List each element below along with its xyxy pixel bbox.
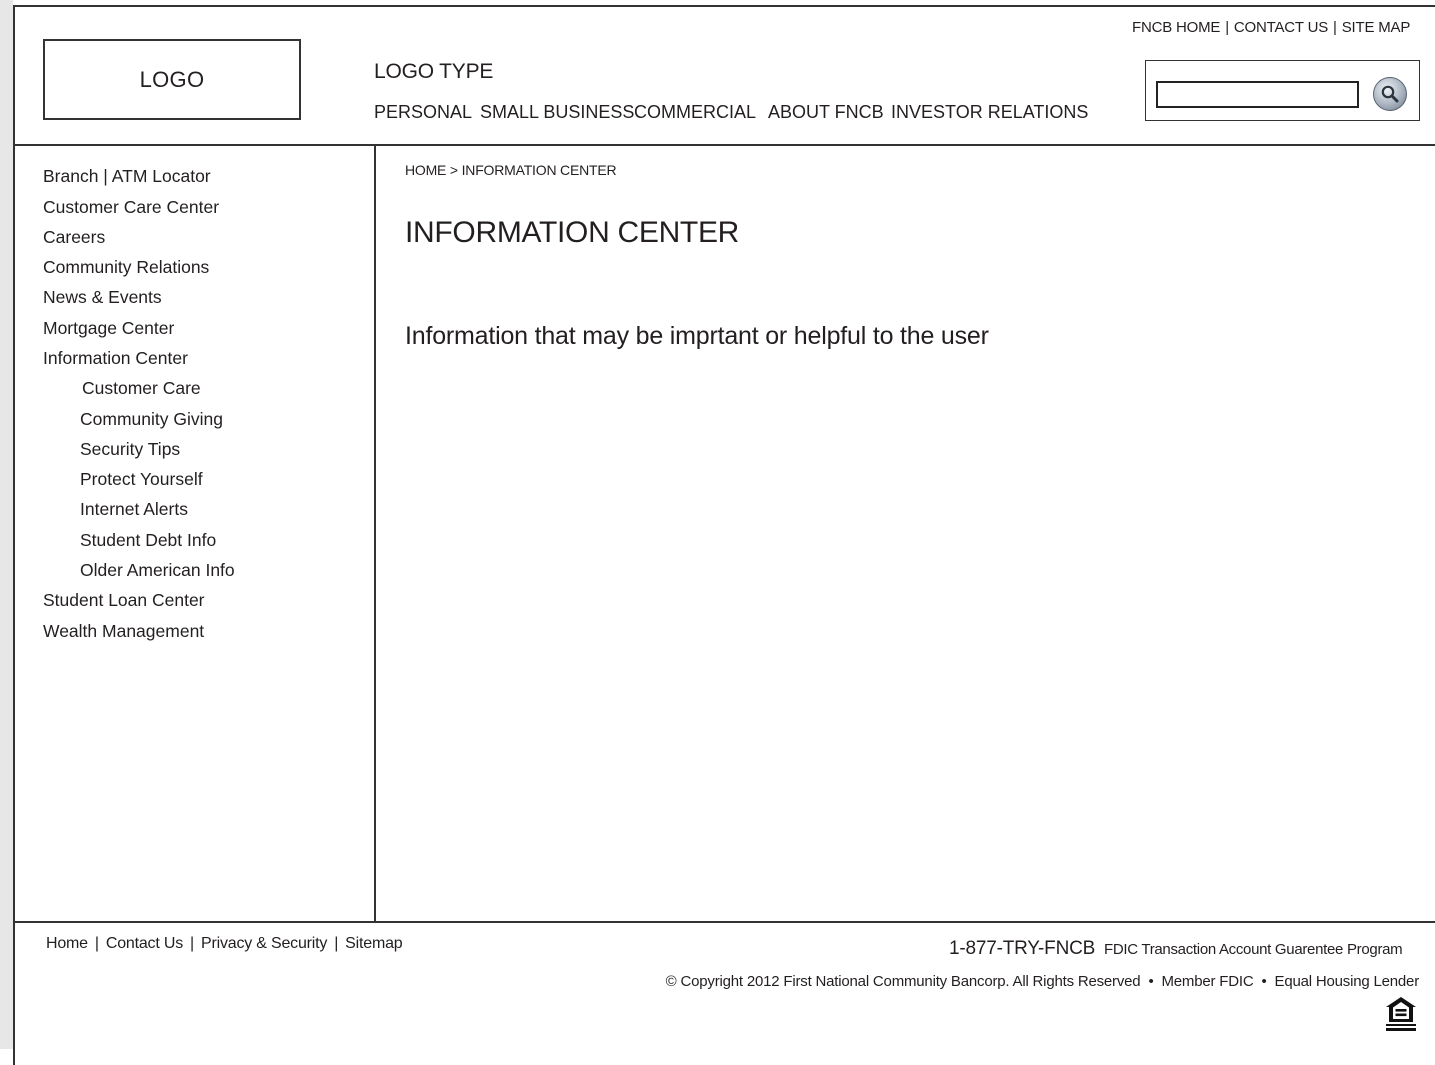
sidebar-item-customer-care-center[interactable]: Customer Care Center [43,197,219,218]
footer-separator: | [94,935,99,952]
sidebar-subitem-customer-care[interactable]: Customer Care [82,378,201,399]
logo-type: LOGO TYPE [374,60,494,83]
footer-separator: | [334,935,339,952]
sidebar-subitem-older-american-info[interactable]: Older American Info [80,560,235,581]
sidebar-subitem-student-debt-info[interactable]: Student Debt Info [80,530,216,551]
page-frame [13,5,1435,1065]
sidebar-item-information-center[interactable]: Information Center [43,348,188,369]
sidebar-item-wealth-management[interactable]: Wealth Management [43,621,204,642]
header-divider [13,144,1435,146]
page-title: INFORMATION CENTER [405,216,740,249]
search-button[interactable] [1373,77,1407,111]
fdic-program-link[interactable]: FDIC Transaction Account Guarentee Progr… [1104,941,1403,958]
equal-housing-lender: Equal Housing Lender [1274,973,1420,990]
sidebar-subitem-internet-alerts[interactable]: Internet Alerts [80,499,188,520]
sidebar-subitem-security-tips[interactable]: Security Tips [80,439,180,460]
search-icon [1381,85,1399,103]
nav-small-business[interactable]: SMALL BUSINESS [480,102,634,123]
breadcrumb-separator: > [449,162,458,178]
util-separator: | [1225,19,1229,36]
nav-about-fncb[interactable]: ABOUT FNCB [768,102,884,123]
footer-link-home[interactable]: Home [46,935,88,952]
footer-separator: | [190,935,194,952]
utility-nav: FNCB HOME | CONTACT US | SITE MAP [1132,19,1410,36]
footer-link-contact-us[interactable]: Contact Us [106,935,183,952]
search-input[interactable] [1156,81,1359,108]
footer-link-privacy-security[interactable]: Privacy & Security [201,935,327,952]
util-fncb-home[interactable]: FNCB HOME [1132,19,1220,36]
sidebar-item-careers[interactable]: Careers [43,227,105,248]
sidebar-item-news-events[interactable]: News & Events [43,287,162,308]
member-fdic: Member FDIC [1161,973,1254,990]
breadcrumb: HOME > INFORMATION CENTER [405,162,617,178]
equal-housing-lender-icon [1386,997,1416,1031]
breadcrumb-current: INFORMATION CENTER [461,162,617,178]
nav-investor-relations[interactable]: INVESTOR RELATIONS [891,102,1088,123]
util-contact-us[interactable]: CONTACT US [1234,19,1328,36]
bullet-separator: • [1148,973,1154,990]
nav-personal[interactable]: PERSONAL [374,102,472,123]
search-box [1145,60,1420,121]
sidebar-item-community-relations[interactable]: Community Relations [43,257,209,278]
phone-number[interactable]: 1-877-TRY-FNCB [949,938,1095,960]
page-gutter [0,0,13,1049]
intro-text: Information that may be imprtant or help… [405,322,989,350]
sidebar-item-student-loan-center[interactable]: Student Loan Center [43,590,205,611]
breadcrumb-home[interactable]: HOME [405,162,446,178]
sidebar-subitem-community-giving[interactable]: Community Giving [80,409,223,430]
footer-links: Home | Contact Us | Privacy & Security | Sitem… [46,935,403,953]
bullet-separator: • [1261,973,1267,990]
sidebar-divider [374,145,376,923]
nav-commercial[interactable]: COMMERCIAL [634,102,756,123]
sidebar-subitem-protect-yourself[interactable]: Protect Yourself [80,469,203,490]
footer-divider [13,921,1435,923]
copyright-line: © Copyright 2012 First National Communit… [665,973,1420,990]
sidebar-item-mortgage-center[interactable]: Mortgage Center [43,318,174,339]
footer-link-sitemap[interactable]: Sitemap [345,935,402,952]
util-site-map[interactable]: SITE MAP [1342,19,1411,36]
util-separator: | [1333,19,1337,36]
sidebar-item-branch-atm-locator[interactable]: Branch | ATM Locator [43,166,211,187]
copyright-text: © Copyright 2012 First National Communit… [665,973,1141,990]
logo-text: LOGO [139,66,205,92]
logo[interactable]: LOGO [43,39,301,120]
